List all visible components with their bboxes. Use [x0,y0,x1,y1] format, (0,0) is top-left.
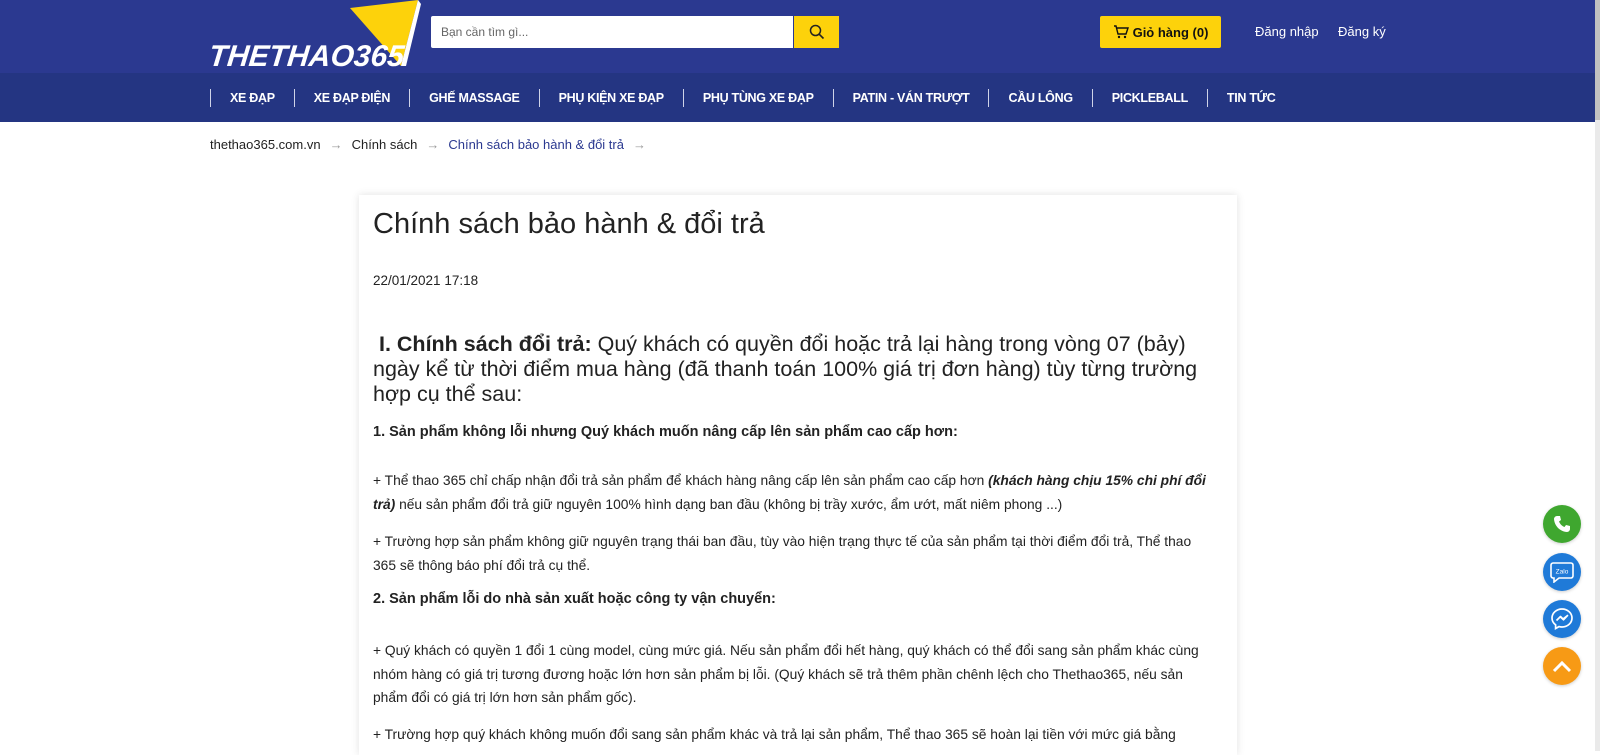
nav-divider [293,88,295,107]
scrollbar-thumb[interactable] [1595,0,1600,120]
nav-divider [409,88,411,107]
login-link[interactable]: Đăng nhập [1255,24,1319,39]
nav-item-patin[interactable]: PATIN - VÁN TRƯỢT [853,73,970,122]
nav-item-pickleball[interactable]: PICKLEBALL [1112,73,1188,122]
section1-p1-text-c: nếu sản phẩm đổi trả giữ nguyên 100% hìn… [395,496,1063,512]
header-bar: THETHAO365 Giỏ hàng (0) Đăng nhập Đăng k… [0,0,1600,73]
nav-divider [682,88,684,107]
zalo-icon: Zalo [1550,562,1574,583]
nav-item-xe-dap[interactable]: XE ĐẠP [230,73,275,122]
nav-item-tin-tuc[interactable]: TIN TỨC [1227,73,1276,122]
search-icon [809,24,824,40]
section1-p1-text-a: + Thể thao 365 chỉ chấp nhận đổi trả sản… [373,473,989,488]
nav-divider [538,88,540,107]
breadcrumb: thethao365.com.vn → Chính sách → Chính s… [210,137,655,152]
messenger-icon [1551,608,1573,630]
section2-paragraph-2: + Trường hợp quý khách không muốn đổi sa… [373,727,1176,742]
nav-item-cau-long[interactable]: CẦU LÔNG [1008,73,1073,122]
section2-heading: 2. Sản phẩm lỗi do nhà sản xuất hoặc côn… [373,591,776,607]
zalo-label: Zalo [1556,569,1569,576]
article-card: Chính sách bảo hành & đổi trả 22/01/2021… [359,195,1237,755]
breadcrumb-arrow-icon: → [426,137,440,152]
site-logo[interactable]: THETHAO365 [206,0,421,73]
breadcrumb-arrow-icon: → [632,137,646,152]
breadcrumb-arrow-icon: → [329,137,343,152]
section2-paragraph-1: + Quý khách có quyền 1 đổi 1 cùng model,… [373,643,1199,705]
register-link[interactable]: Đăng ký [1338,24,1386,39]
nav-list: XE ĐẠP XE ĐẠP ĐIỆN GHẾ MASSAGE PHỤ KIỆN … [210,73,1276,122]
section1-paragraph-1: + Thể thao 365 chỉ chấp nhận đổi trả sản… [373,469,1213,516]
nav-divider [988,88,990,107]
cart-label: Giỏ hàng (0) [1132,24,1209,40]
back-to-top-button[interactable] [1543,647,1581,685]
intro-heading: I. Chính sách đổi trả: [378,332,592,356]
phone-button[interactable] [1543,505,1581,543]
zalo-button[interactable]: Zalo [1543,553,1581,591]
page-title: Chính sách bảo hành & đổi trả [373,208,765,240]
intro-paragraph: I. Chính sách đổi trả: Quý khách có quyề… [373,332,1221,407]
search-input[interactable] [431,16,791,48]
nav-item-phu-tung[interactable]: PHỤ TÙNG XE ĐẠP [703,73,814,122]
logo-text: THETHAO365 [207,40,406,73]
chevron-up-icon [1552,660,1572,673]
phone-icon [1554,516,1570,532]
cart-icon [1113,25,1129,39]
section1-heading: 1. Sản phẩm không lỗi nhưng Quý khách mu… [373,424,958,440]
article-date: 22/01/2021 17:18 [373,273,479,288]
search-box [431,16,793,48]
section1-paragraph-2: + Trường hợp sản phẩm không giữ nguyên t… [373,534,1192,573]
nav-divider [210,88,211,107]
main-nav: XE ĐẠP XE ĐẠP ĐIỆN GHẾ MASSAGE PHỤ KIỆN … [0,73,1600,122]
nav-divider [832,88,834,107]
breadcrumb-home[interactable]: thethao365.com.vn [210,137,321,152]
breadcrumb-section[interactable]: Chính sách [352,137,418,152]
breadcrumb-current[interactable]: Chính sách bảo hành & đổi trả [448,137,624,152]
messenger-button[interactable] [1543,600,1581,638]
cart-button[interactable]: Giỏ hàng (0) [1100,16,1221,48]
nav-item-phu-kien[interactable]: PHỤ KIỆN XE ĐẠP [559,73,665,122]
search-button[interactable] [794,16,839,48]
nav-divider [1206,88,1208,107]
nav-divider [1091,88,1093,107]
nav-item-xe-dap-dien[interactable]: XE ĐẠP ĐIỆN [314,73,391,122]
nav-item-ghe-massage[interactable]: GHẾ MASSAGE [429,73,520,122]
